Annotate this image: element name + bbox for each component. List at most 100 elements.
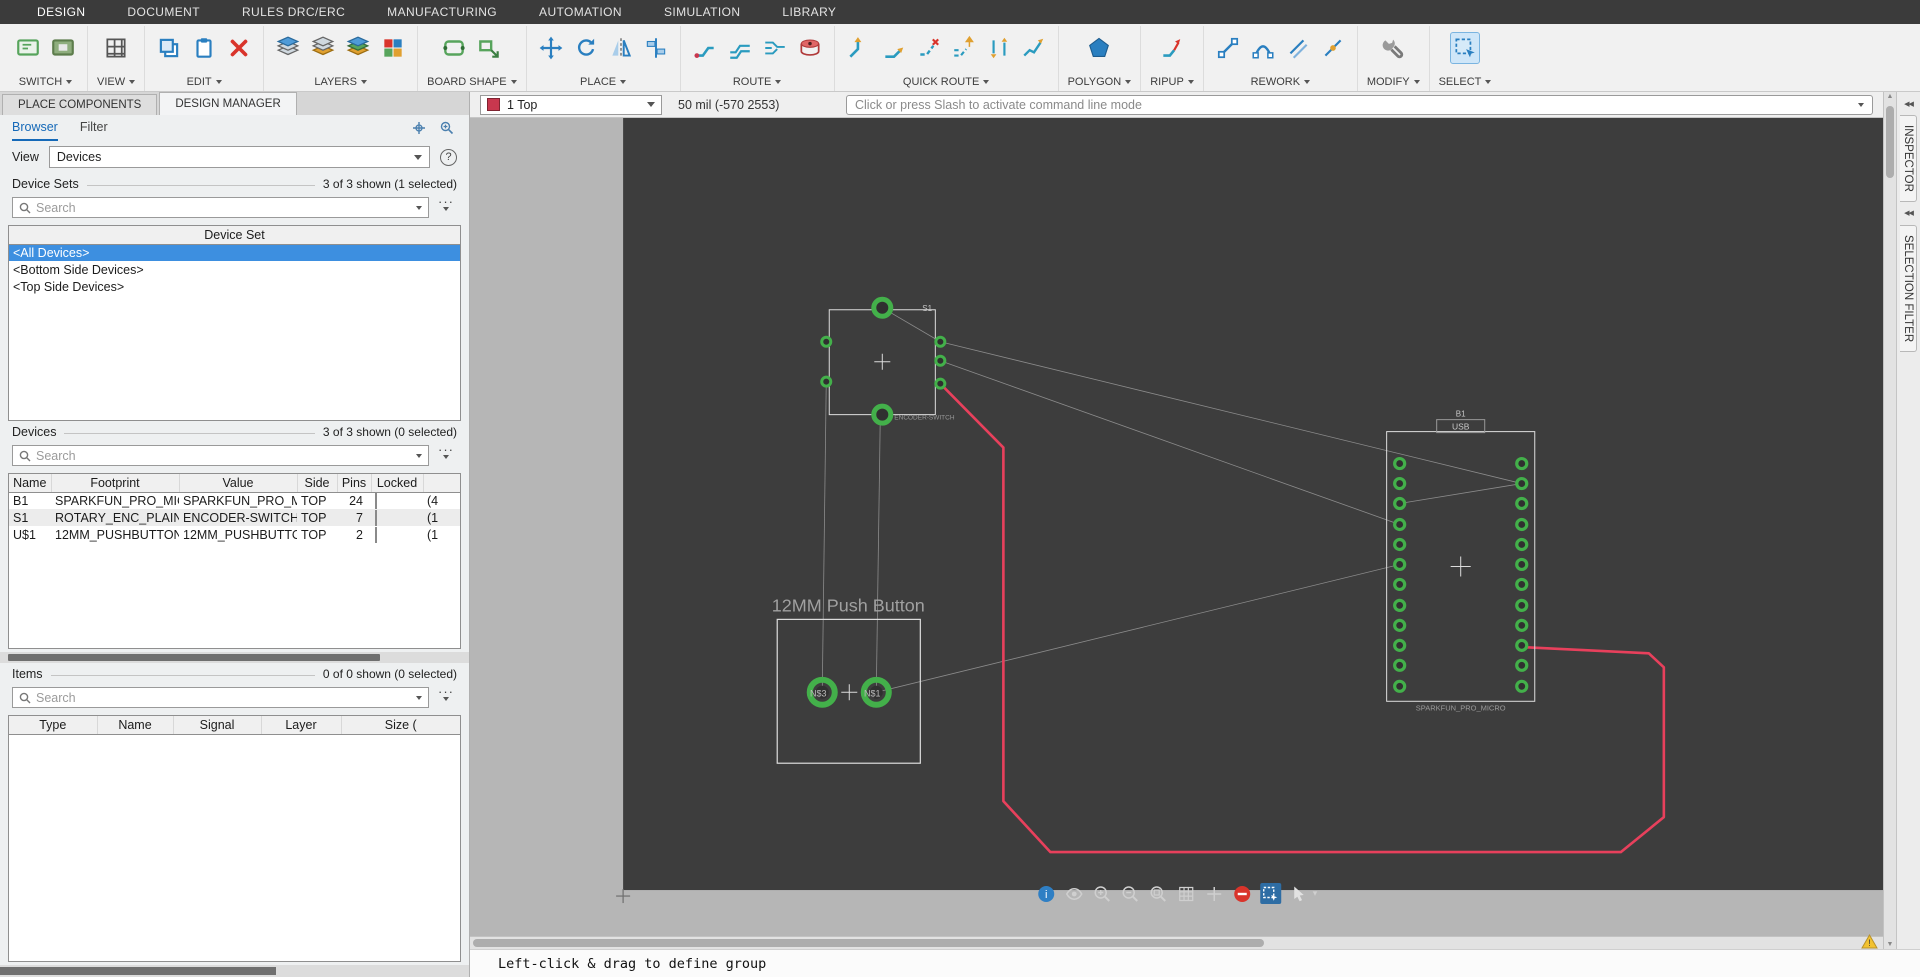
origin-icon[interactable] bbox=[1204, 883, 1225, 904]
tab-design-manager[interactable]: DESIGN MANAGER bbox=[159, 92, 296, 115]
layers-all-icon[interactable] bbox=[343, 32, 373, 64]
grid-view-icon[interactable] bbox=[101, 32, 131, 64]
via-icon[interactable] bbox=[795, 32, 825, 64]
devices-search[interactable] bbox=[12, 445, 429, 466]
command-line-input[interactable] bbox=[855, 98, 1852, 112]
rework-net-icon[interactable] bbox=[1318, 32, 1348, 64]
locate-in-canvas-icon[interactable] bbox=[409, 118, 429, 138]
canvas-hscrollbar[interactable]: ! bbox=[470, 936, 1883, 949]
chevron-down-icon[interactable]: ▾ bbox=[1313, 888, 1318, 899]
route-multi-icon[interactable] bbox=[760, 32, 790, 64]
grid-icon[interactable] bbox=[1176, 883, 1197, 904]
items-search[interactable] bbox=[12, 687, 429, 708]
col-footprint[interactable]: Footprint bbox=[51, 474, 179, 492]
polygon-icon[interactable] bbox=[1084, 32, 1114, 64]
view-dropdown[interactable]: Devices bbox=[49, 146, 430, 168]
menu-automation[interactable]: AUTOMATION bbox=[518, 0, 643, 24]
tab-inspector[interactable]: INSPECTOR bbox=[1900, 115, 1917, 202]
col-pins[interactable]: Pins bbox=[337, 474, 371, 492]
copy-icon[interactable] bbox=[154, 32, 184, 64]
tab-filter[interactable]: Filter bbox=[80, 115, 108, 141]
move-icon[interactable] bbox=[536, 32, 566, 64]
col-value[interactable]: Value bbox=[179, 474, 297, 492]
col-name[interactable]: Name bbox=[9, 474, 51, 492]
zoom-out-icon[interactable] bbox=[1120, 883, 1141, 904]
expand-selection-filter-icon[interactable]: ◀◀ bbox=[1904, 207, 1913, 220]
layer-dropdown[interactable]: 1 Top bbox=[480, 95, 662, 115]
col-layer[interactable]: Layer bbox=[261, 716, 341, 734]
items-search-input[interactable] bbox=[36, 691, 411, 705]
pcb-sheet[interactable] bbox=[623, 118, 1883, 890]
group-label-switch[interactable]: SWITCH bbox=[19, 76, 72, 88]
locked-checkbox[interactable] bbox=[375, 510, 377, 526]
unroute-icon[interactable] bbox=[914, 32, 944, 64]
col-extra[interactable] bbox=[423, 474, 460, 492]
device-row-u1[interactable]: U$112MM_PUSHBUTTON12MM_PUSHBUTTONTOP2(1 bbox=[9, 526, 460, 543]
menu-manufacturing[interactable]: MANUFACTURING bbox=[366, 0, 518, 24]
paste-icon[interactable] bbox=[189, 32, 219, 64]
layers-top-icon[interactable] bbox=[273, 32, 303, 64]
info-icon[interactable]: i bbox=[1036, 883, 1057, 904]
group-select-icon[interactable] bbox=[1260, 883, 1281, 904]
locked-checkbox[interactable] bbox=[375, 527, 377, 543]
warning-icon[interactable]: ! bbox=[1861, 934, 1878, 954]
col-locked[interactable]: Locked bbox=[371, 474, 423, 492]
layers-bottom-icon[interactable] bbox=[308, 32, 338, 64]
devices-menu-button[interactable]: ··· bbox=[431, 445, 461, 459]
wrench-icon[interactable] bbox=[1378, 32, 1408, 64]
device-sets-search[interactable] bbox=[12, 197, 429, 218]
items-menu-button[interactable]: ··· bbox=[431, 687, 461, 701]
group-label-rework[interactable]: REWORK bbox=[1251, 76, 1311, 88]
zoom-to-selection-icon[interactable] bbox=[437, 118, 457, 138]
delete-icon[interactable] bbox=[224, 32, 254, 64]
menu-simulation[interactable]: SIMULATION bbox=[643, 0, 761, 24]
route-diff-pair-icon[interactable] bbox=[725, 32, 755, 64]
help-button[interactable]: ? bbox=[440, 149, 457, 166]
col-signal[interactable]: Signal bbox=[173, 716, 261, 734]
board-view-icon[interactable] bbox=[48, 32, 78, 64]
col-side[interactable]: Side bbox=[297, 474, 337, 492]
mirror-icon[interactable] bbox=[606, 32, 636, 64]
schematic-view-icon[interactable] bbox=[13, 32, 43, 64]
device-set-row-bottom[interactable]: <Bottom Side Devices> bbox=[9, 261, 460, 278]
canvas-vscrollbar[interactable]: ▲ ▼ bbox=[1883, 92, 1896, 949]
pcb-viewport[interactable]: S1 ENCODER-SWITCH B1 USB bbox=[470, 118, 1883, 936]
device-set-row-top[interactable]: <Top Side Devices> bbox=[9, 278, 460, 295]
device-set-column-header[interactable]: Device Set bbox=[9, 226, 460, 244]
scroll-down-icon[interactable]: ▼ bbox=[1884, 941, 1896, 948]
board-resize-icon[interactable] bbox=[474, 32, 504, 64]
device-sets-menu-button[interactable]: ··· bbox=[431, 197, 461, 211]
group-label-modify[interactable]: MODIFY bbox=[1367, 76, 1420, 88]
cursor-mode-icon[interactable] bbox=[1288, 883, 1309, 904]
expand-inspector-icon[interactable]: ◀◀ bbox=[1904, 97, 1913, 110]
col-size[interactable]: Size ( bbox=[341, 716, 460, 734]
device-sets-search-input[interactable] bbox=[36, 201, 411, 215]
layer-colors-icon[interactable] bbox=[378, 32, 408, 64]
group-label-board-shape[interactable]: BOARD SHAPE bbox=[427, 76, 516, 88]
menu-library[interactable]: LIBRARY bbox=[761, 0, 857, 24]
tab-selection-filter[interactable]: SELECTION FILTER bbox=[1900, 225, 1917, 352]
rework-line-icon[interactable] bbox=[1213, 32, 1243, 64]
menu-design[interactable]: DESIGN bbox=[16, 0, 106, 24]
device-set-row-all[interactable]: <All Devices> bbox=[9, 244, 460, 261]
tab-place-components[interactable]: PLACE COMPONENTS bbox=[2, 94, 157, 115]
command-line-bar[interactable] bbox=[846, 95, 1873, 115]
panel-hscrollbar[interactable] bbox=[0, 965, 469, 977]
group-label-polygon[interactable]: POLYGON bbox=[1068, 76, 1132, 88]
rotate-icon[interactable] bbox=[571, 32, 601, 64]
quick-route-icon[interactable] bbox=[844, 32, 874, 64]
hide-layer-icon[interactable] bbox=[1232, 883, 1253, 904]
col-item-name[interactable]: Name bbox=[97, 716, 173, 734]
devices-table-hscrollbar[interactable] bbox=[0, 652, 469, 663]
pcb-canvas[interactable]: S1 ENCODER-SWITCH B1 USB bbox=[470, 118, 1883, 936]
optimize-icon[interactable] bbox=[1019, 32, 1049, 64]
quick-route-corner-icon[interactable] bbox=[879, 32, 909, 64]
route-manual-icon[interactable] bbox=[690, 32, 720, 64]
menu-document[interactable]: DOCUMENT bbox=[106, 0, 221, 24]
group-label-quick-route[interactable]: QUICK ROUTE bbox=[903, 76, 989, 88]
board-outline-icon[interactable] bbox=[439, 32, 469, 64]
scroll-up-icon[interactable]: ▲ bbox=[1884, 93, 1896, 100]
menu-rules-drc-erc[interactable]: RULES DRC/ERC bbox=[221, 0, 366, 24]
locked-checkbox[interactable] bbox=[375, 493, 377, 509]
rework-width-icon[interactable] bbox=[1283, 32, 1313, 64]
